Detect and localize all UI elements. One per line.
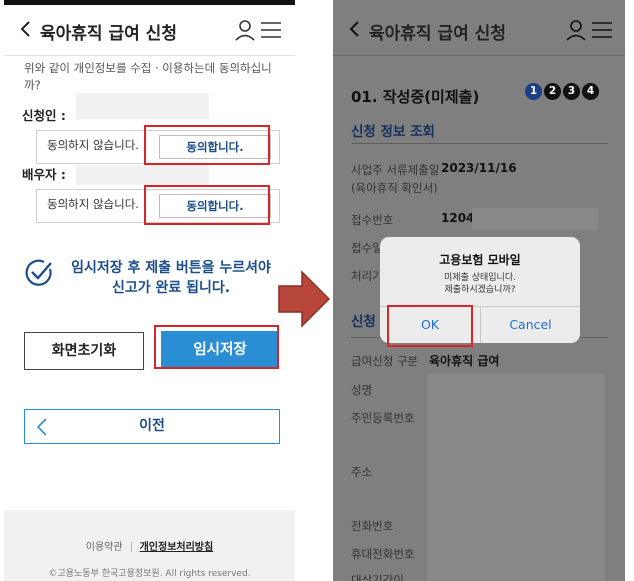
- page-title: 육아휴직 급여 신청: [40, 24, 177, 44]
- header-divider: [333, 55, 625, 56]
- copyright: ©고용노동부 한국고용정보원. All rights reserved.: [48, 569, 251, 579]
- user-icon[interactable]: [565, 19, 587, 41]
- header-divider: [4, 55, 295, 56]
- highlight-box: [154, 325, 279, 369]
- mobile-label: 휴대전화번호: [351, 547, 415, 561]
- reset-button[interactable]: 화면초기화: [24, 332, 144, 370]
- benefit-type-value: 육아휴직 급여: [429, 354, 500, 368]
- highlight-box: [144, 125, 270, 165]
- user-icon[interactable]: [234, 19, 256, 41]
- step-title: 01. 작성중(미제출): [351, 88, 480, 106]
- highlight-box: [387, 305, 473, 347]
- benefit-type-label: 급여신청 구분: [351, 354, 419, 368]
- page-title: 육아휴직 급여 신청: [369, 24, 506, 44]
- spouse-name-redacted: [76, 165, 209, 185]
- header: 육아휴직 급여 신청: [333, 5, 625, 55]
- previous-button[interactable]: 이전: [24, 409, 280, 444]
- footer-links: 이용약관 개인정보처리방침: [4, 538, 295, 553]
- dialog-message-line2: 제출하시겠습니까?: [444, 285, 516, 295]
- section-divider: [351, 143, 608, 144]
- left-phone-screen: 육아휴직 급여 신청 위와 같이 개인정보를 수집 · 이용하는데 동의하십니까…: [4, 0, 295, 581]
- dialog-title: 고용보험 모바일: [439, 253, 521, 267]
- back-chevron-icon[interactable]: [16, 19, 36, 39]
- right-arrow-icon: [278, 270, 330, 328]
- name-label: 성명: [351, 383, 373, 397]
- consent-question: 위와 같이 개인정보를 수집 · 이용하는데 동의하십니까?: [24, 61, 272, 92]
- footer: 이용약관 개인정보처리방침 ©고용노동부 한국고용정보원. All rights …: [4, 510, 295, 581]
- hamburger-menu-icon[interactable]: [260, 20, 282, 40]
- privacy-policy-link[interactable]: 개인정보처리방침: [140, 542, 214, 553]
- previous-button-label: 이전: [139, 418, 165, 434]
- applicant-label: 신청인 :: [22, 108, 66, 123]
- step-4-badge: 4: [582, 83, 599, 100]
- terms-link[interactable]: 이용약관: [86, 542, 123, 553]
- submit-date-sublabel: (육아휴직 확인서): [351, 181, 438, 195]
- step-1-badge: 1: [525, 83, 542, 100]
- step-indicator: 1 2 3 4: [525, 83, 599, 100]
- check-circle-icon: [25, 259, 52, 286]
- section-title-application-info: 신청 정보 조회: [351, 124, 435, 140]
- receipt-number-label: 접수번호: [351, 213, 394, 227]
- submit-notice: 임시저장 후 제출 버튼을 누르셔야 신고가 완료 됩니다.: [71, 260, 271, 296]
- header: 육아휴직 급여 신청: [4, 5, 295, 55]
- period-label: 대상기간이: [351, 573, 404, 581]
- process-label: 처리기: [351, 269, 383, 283]
- receipt-date-label: 접수일: [351, 241, 383, 255]
- dialog-cancel-button[interactable]: Cancel: [481, 306, 580, 343]
- section-title-application: 신청: [351, 314, 376, 330]
- spouse-disagree-button[interactable]: 동의하지 않습니다.: [47, 196, 139, 212]
- personal-info-redacted: [427, 373, 605, 581]
- address-label: 주소: [351, 465, 373, 479]
- submit-date-label: 사업주 서류제출일: [351, 163, 440, 177]
- rrn-label: 주민등록번호: [351, 411, 415, 425]
- highlight-box: [144, 185, 270, 225]
- receipt-number-redacted: [472, 208, 598, 230]
- receipt-number-value: 1204: [441, 211, 475, 225]
- footer-separator: [130, 542, 132, 552]
- applicant-disagree-button[interactable]: 동의하지 않습니다.: [47, 137, 139, 153]
- phone-label: 전화번호: [351, 519, 394, 533]
- submit-date-value: 2023/11/16: [441, 161, 517, 175]
- hamburger-menu-icon[interactable]: [591, 20, 613, 40]
- spouse-label: 배우자 :: [22, 167, 66, 182]
- applicant-name-redacted: [76, 93, 209, 119]
- right-phone-screen: 육아휴직 급여 신청 01. 작성중(미제출) 1 2 3 4 신청 정보 조회…: [333, 0, 625, 581]
- step-2-badge: 2: [544, 83, 561, 100]
- step-3-badge: 3: [563, 83, 580, 100]
- back-chevron-icon[interactable]: [345, 19, 365, 39]
